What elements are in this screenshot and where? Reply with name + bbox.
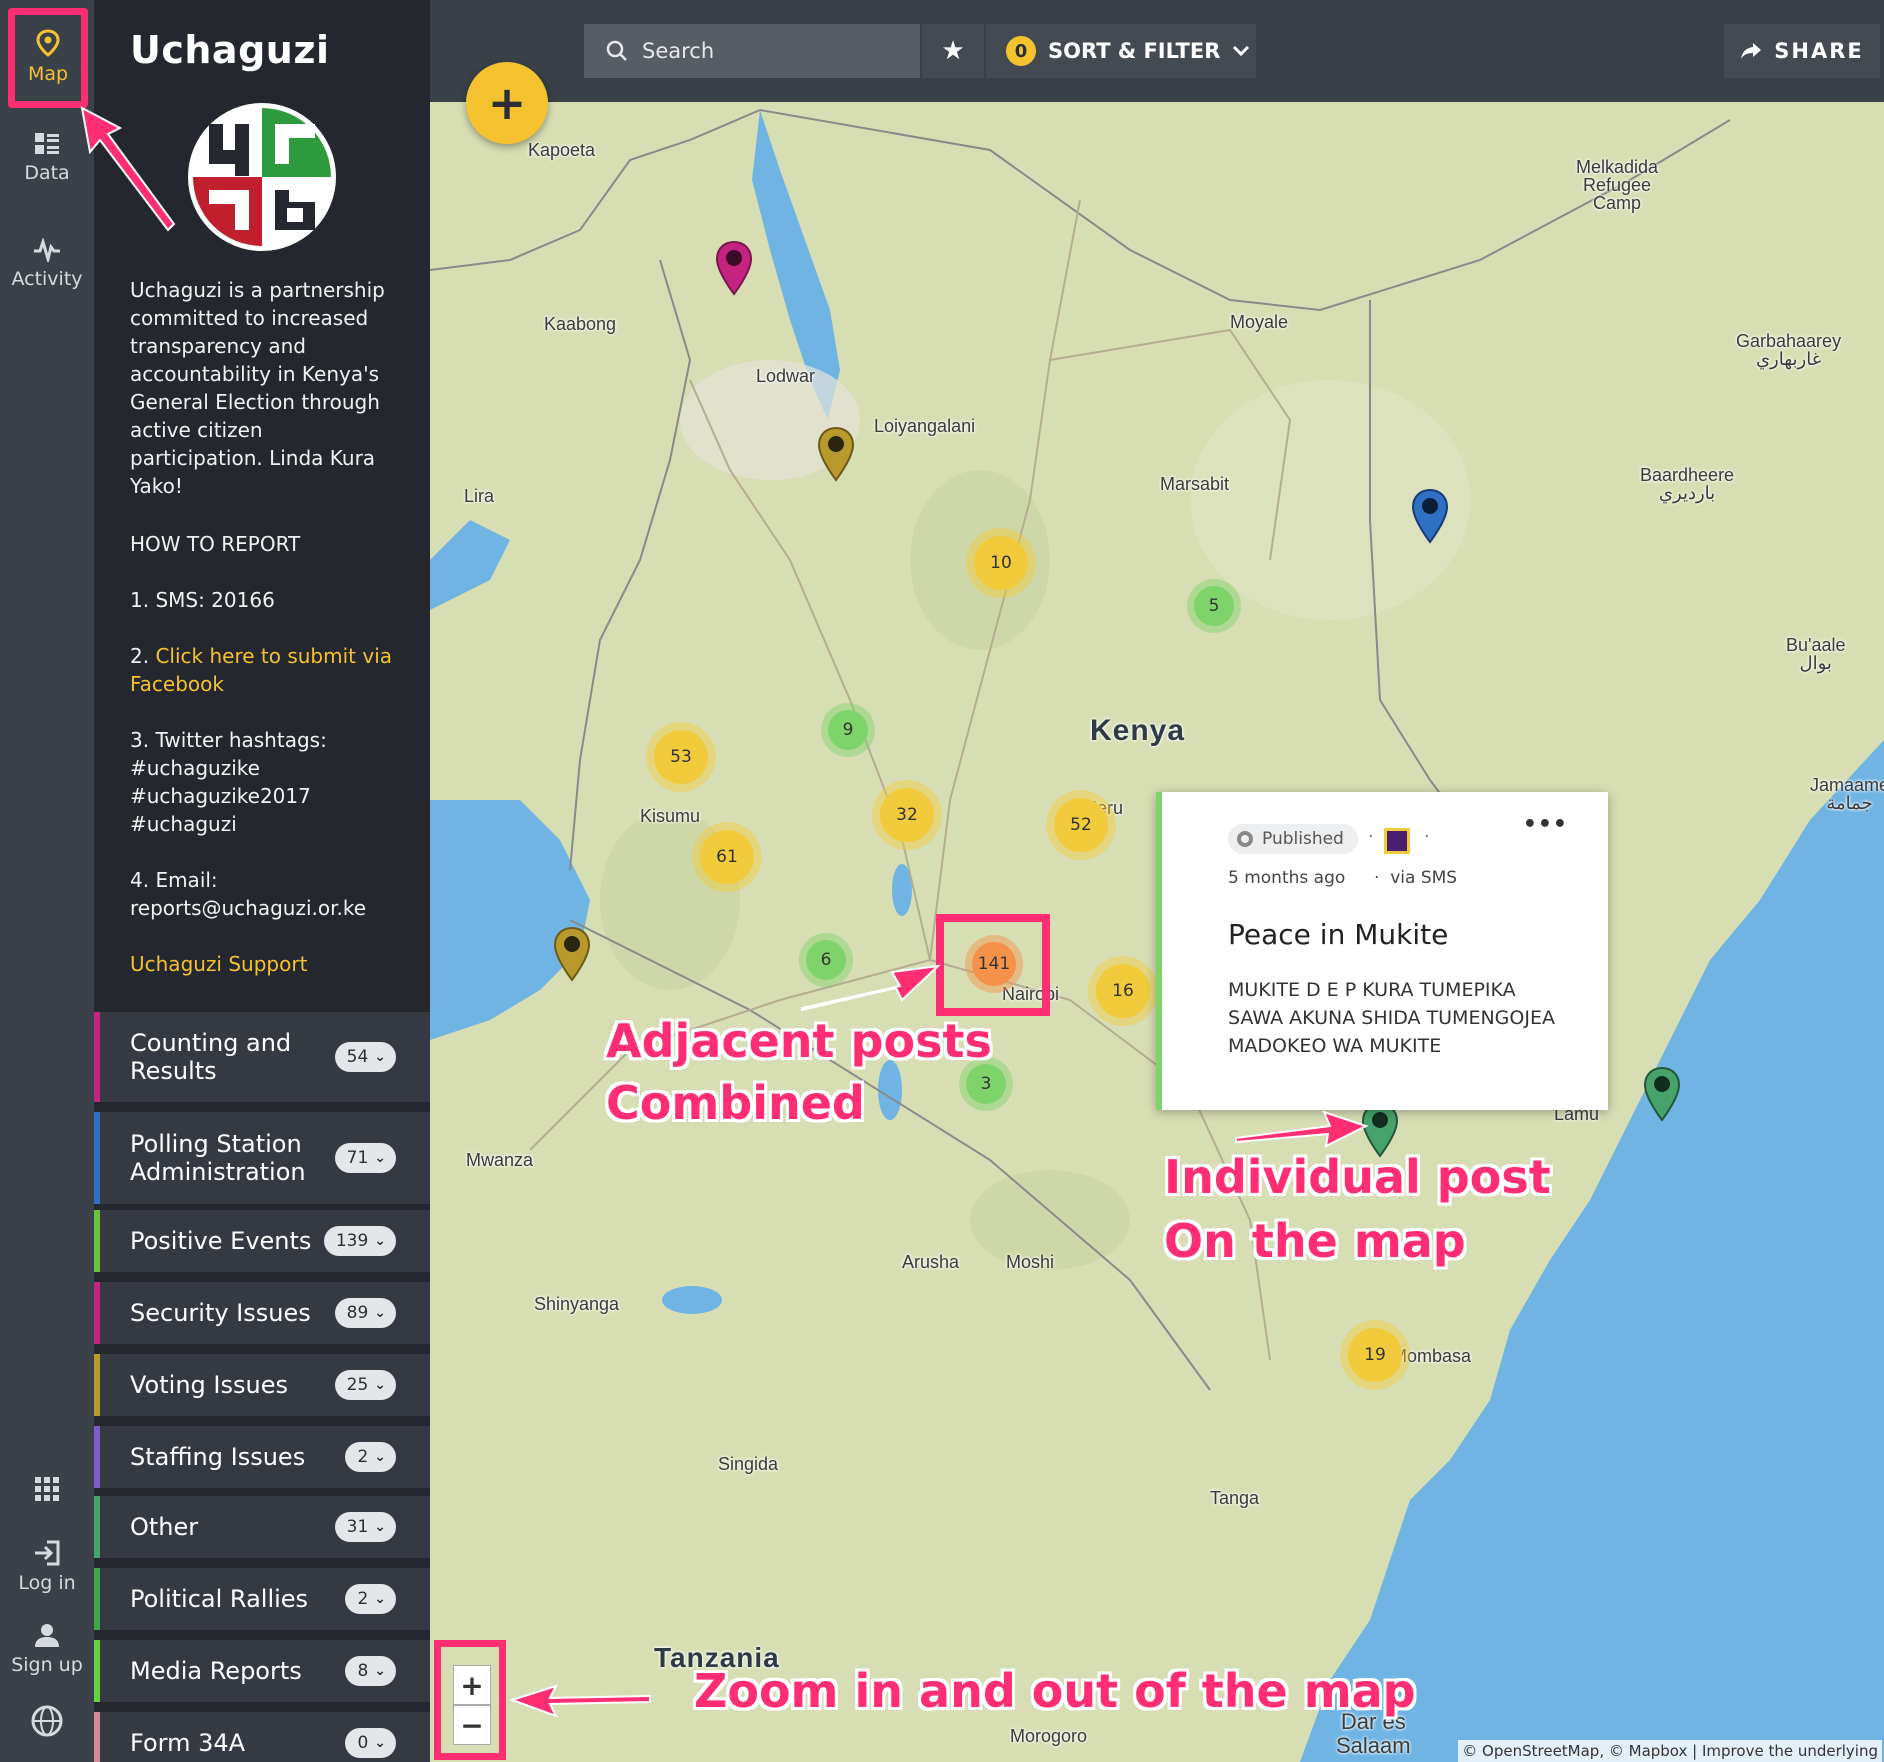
category-count: 89	[346, 1303, 369, 1323]
email-address: reports@uchaguzi.or.ke	[130, 896, 367, 920]
site-title: Uchaguzi	[130, 28, 330, 72]
facebook-link[interactable]: Click here to submit via Facebook	[130, 644, 392, 696]
category-filter-item[interactable]: Counting and Results 54 ⌄	[94, 1012, 430, 1102]
nav-map[interactable]: Map	[8, 8, 88, 108]
howto-fb-prefix: 2.	[130, 644, 156, 668]
category-label: Political Rallies	[130, 1585, 309, 1613]
category-count: 2	[357, 1589, 369, 1609]
category-count: 25	[346, 1375, 369, 1395]
how-to-report: HOW TO REPORT 1. SMS: 20166 2. Click her…	[130, 530, 410, 1006]
category-count-toggle[interactable]: 25 ⌄	[334, 1370, 396, 1400]
category-label: Form 34A	[130, 1729, 246, 1757]
category-label: Staffing Issues	[130, 1443, 306, 1471]
annotation-text: Adjacent posts	[606, 1014, 992, 1068]
category-label: Polling Station Administration	[130, 1130, 306, 1186]
annotation-text: Individual post	[1164, 1150, 1551, 1204]
annotation-text: On the map	[1164, 1214, 1466, 1268]
category-count-toggle[interactable]: 71 ⌄	[334, 1143, 396, 1173]
support-link[interactable]: Uchaguzi Support	[130, 952, 307, 976]
category-count-toggle[interactable]: 8 ⌄	[345, 1656, 396, 1686]
login-icon	[35, 1540, 60, 1566]
category-count: 139	[335, 1231, 369, 1251]
annotation-text: Zoom in and out of the map	[694, 1664, 1416, 1718]
category-filter-item[interactable]: Voting Issues 25 ⌄	[94, 1354, 430, 1416]
category-count-toggle[interactable]: 0 ⌄	[345, 1728, 396, 1758]
nav-activity[interactable]: Activity	[0, 238, 94, 290]
category-filter-item[interactable]: Positive Events 139 ⌄	[94, 1210, 430, 1272]
chevron-down-icon: ⌄	[374, 1735, 386, 1751]
category-count-toggle[interactable]: 89 ⌄	[334, 1298, 396, 1328]
category-count-toggle[interactable]: 2 ⌄	[345, 1442, 396, 1472]
category-filter-item[interactable]: Polling Station Administration 71 ⌄	[94, 1112, 430, 1204]
category-count: 8	[357, 1661, 369, 1681]
category-label: Counting and Results	[130, 1029, 292, 1085]
chevron-down-icon: ⌄	[374, 1591, 386, 1607]
category-label: Security Issues	[130, 1299, 311, 1327]
category-filter-item[interactable]: Form 34A 0 ⌄	[94, 1712, 430, 1762]
icon-rail: Map Data Activity Log in Sign up	[0, 0, 94, 1762]
category-filter-item[interactable]: Staffing Issues 2 ⌄	[94, 1426, 430, 1488]
chevron-down-icon: ⌄	[374, 1377, 386, 1393]
chevron-down-icon: ⌄	[374, 1233, 386, 1249]
category-label: Positive Events	[130, 1227, 312, 1255]
category-count: 54	[346, 1047, 369, 1067]
annotation-arrow-map	[80, 106, 176, 232]
nav-signup-label: Sign up	[11, 1654, 83, 1676]
hashtag: #uchaguzike2017	[130, 784, 311, 808]
howto-twitter-label: 3. Twitter hashtags:	[130, 728, 327, 752]
howto-heading: HOW TO REPORT	[130, 532, 301, 556]
list-icon	[35, 133, 59, 154]
category-count-toggle[interactable]: 31 ⌄	[334, 1512, 396, 1542]
annotation-arrows	[508, 964, 1369, 1718]
category-label: Media Reports	[130, 1657, 302, 1685]
uchaguzi-logo	[188, 103, 336, 251]
chevron-down-icon: ⌄	[374, 1305, 386, 1321]
language-button[interactable]	[0, 1704, 94, 1744]
category-label: Other	[130, 1513, 199, 1541]
category-label: Voting Issues	[130, 1371, 288, 1399]
chevron-down-icon: ⌄	[374, 1663, 386, 1679]
grid-icon	[35, 1477, 59, 1501]
hashtag: #uchaguzi	[130, 812, 237, 836]
annotation-text: Combined	[606, 1076, 865, 1130]
chevron-down-icon: ⌄	[374, 1150, 386, 1166]
nav-activity-label: Activity	[11, 268, 83, 290]
category-count-toggle[interactable]: 139 ⌄	[323, 1226, 396, 1256]
category-count: 0	[357, 1733, 369, 1753]
category-filter-item[interactable]: Other 31 ⌄	[94, 1496, 430, 1558]
nav-signup[interactable]: Sign up	[0, 1622, 94, 1676]
apps-grid-button[interactable]	[0, 1476, 94, 1508]
about-text: Uchaguzi is a partnership committed to i…	[130, 278, 385, 498]
howto-twitter: 3. Twitter hashtags: #uchaguzike #uchagu…	[130, 726, 410, 838]
category-count: 71	[346, 1148, 369, 1168]
category-filter-item[interactable]: Media Reports 8 ⌄	[94, 1640, 430, 1702]
category-count-toggle[interactable]: 54 ⌄	[334, 1042, 396, 1072]
howto-facebook: 2. Click here to submit via Facebook	[130, 642, 410, 698]
globe-icon	[31, 1705, 63, 1737]
category-count: 2	[357, 1447, 369, 1467]
chevron-down-icon: ⌄	[374, 1049, 386, 1065]
howto-email: 4. Email: reports@uchaguzi.or.ke	[130, 866, 410, 922]
user-icon	[35, 1624, 59, 1647]
category-filter-item[interactable]: Security Issues 89 ⌄	[94, 1282, 430, 1344]
hashtag: #uchaguzike	[130, 756, 260, 780]
map[interactable]: Kapoeta Melkadida Refugee Camp Kaabong M…	[430, 0, 1884, 1762]
howto-sms: 1. SMS: 20166	[130, 588, 275, 612]
category-filter-item[interactable]: Political Rallies 2 ⌄	[94, 1568, 430, 1630]
nav-login-label: Log in	[18, 1572, 76, 1594]
sidebar: Uchaguzi Uchaguzi is a partnership commi…	[94, 0, 430, 1762]
nav-login[interactable]: Log in	[0, 1540, 94, 1594]
map-pin-icon	[36, 29, 60, 57]
category-count: 31	[346, 1517, 369, 1537]
chevron-down-icon: ⌄	[374, 1519, 386, 1535]
nav-map-label: Map	[27, 63, 69, 85]
activity-icon	[34, 238, 60, 262]
chevron-down-icon: ⌄	[374, 1449, 386, 1465]
category-count-toggle[interactable]: 2 ⌄	[345, 1584, 396, 1614]
howto-email-label: 4. Email:	[130, 868, 218, 892]
